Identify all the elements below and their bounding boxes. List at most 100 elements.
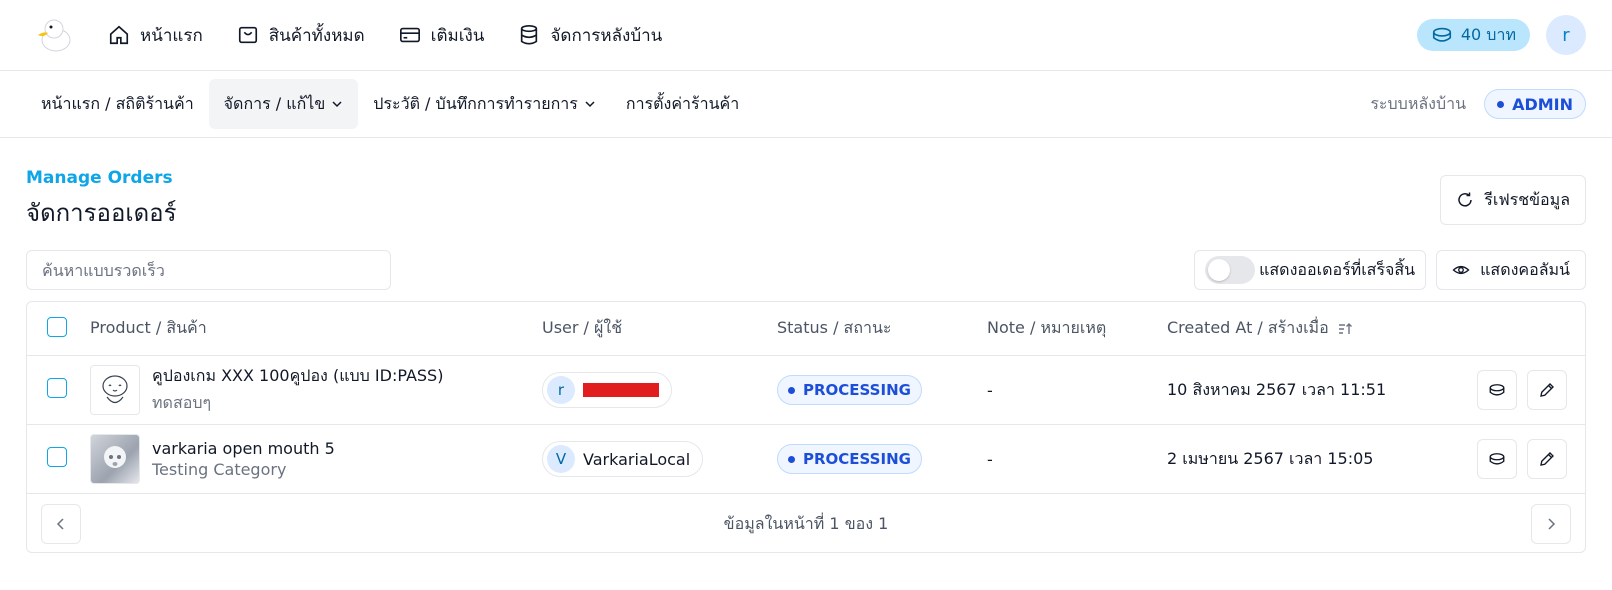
refresh-button-label: รีเฟรชข้อมูล xyxy=(1484,189,1570,209)
balance-badge[interactable]: 40 บาท xyxy=(1416,19,1530,51)
nav-home[interactable]: หน้าแรก xyxy=(108,22,203,49)
product-category: Testing Category xyxy=(152,460,287,479)
chevron-down-icon xyxy=(585,101,595,108)
eye-icon xyxy=(1452,265,1470,275)
table-row[interactable]: varkaria open mouth 5 Testing Category V… xyxy=(27,425,1585,494)
select-all-cell xyxy=(27,316,90,341)
chevron-right-icon xyxy=(1548,518,1556,530)
page-heading: Manage Orders จัดการออเดอร์ xyxy=(26,168,176,232)
user-pill[interactable]: r xyxy=(542,372,672,408)
page-kicker: Manage Orders xyxy=(26,168,173,188)
row-checkbox[interactable] xyxy=(47,378,67,398)
row-actions xyxy=(1477,370,1585,410)
prev-page-button[interactable] xyxy=(41,504,81,544)
refund-button[interactable] xyxy=(1477,370,1517,410)
orders-table: Product / สินค้า User / ผู้ใช้ Status / … xyxy=(26,301,1586,553)
created-cell: 10 สิงหาคม 2567 เวลา 11:51 xyxy=(1167,379,1387,399)
product-category: ทดสอบๆ xyxy=(152,393,212,412)
row-checkbox[interactable] xyxy=(47,447,67,467)
status-badge: PROCESSING xyxy=(777,444,922,474)
refresh-button[interactable]: รีเฟรชข้อมูล xyxy=(1440,175,1586,225)
nav-home-label: หน้าแรก xyxy=(140,25,203,46)
note-cell: - xyxy=(987,449,993,469)
search-input[interactable] xyxy=(26,250,391,290)
role-badge: ADMIN xyxy=(1484,89,1586,119)
page-header: Manage Orders จัดการออเดอร์ รีเฟรชข้อมูล xyxy=(26,138,1586,232)
subbar-right: ระบบหลังบ้าน ADMIN xyxy=(1370,89,1586,119)
chevron-left-icon xyxy=(56,518,64,530)
toggle-switch[interactable] xyxy=(1205,256,1256,284)
coins-icon xyxy=(1432,27,1451,42)
subnav-settings-label: การตั้งค่าร้านค้า xyxy=(625,93,740,113)
header-product[interactable]: Product / สินค้า xyxy=(90,316,542,341)
pencil-icon xyxy=(1540,452,1554,466)
user-cell: r xyxy=(542,372,777,408)
subnav-history-label: ประวัติ / บันทึกการทำรายการ xyxy=(373,93,578,113)
duck-logo-icon[interactable] xyxy=(34,15,74,55)
subnav-settings[interactable]: การตั้งค่าร้านค้า xyxy=(611,79,754,129)
product-thumbnail xyxy=(90,365,140,415)
show-completed-label: แสดงออเดอร์ที่เสร็จสิ้น xyxy=(1259,259,1416,279)
redacted-username xyxy=(583,383,659,397)
subnav-stats[interactable]: หน้าแรก / สถิติร้านค้า xyxy=(26,79,209,129)
chevron-down-icon xyxy=(332,101,342,108)
pencil-icon xyxy=(1540,383,1554,397)
status-cell: PROCESSING xyxy=(777,375,987,405)
header-created[interactable]: Created At / สร้างเมื่อ xyxy=(1167,316,1467,341)
balance-amount: 40 บาท xyxy=(1460,24,1516,44)
page-content: Manage Orders จัดการออเดอร์ รีเฟรชข้อมูล… xyxy=(0,138,1612,553)
show-columns-button[interactable]: แสดงคอลัมน์ xyxy=(1436,250,1586,290)
user-avatar[interactable]: r xyxy=(1546,15,1586,55)
user-avatar-small: r xyxy=(547,376,575,404)
pagination-info: ข้อมูลในหน้าที่ 1 ของ 1 xyxy=(723,513,889,533)
credit-card-icon xyxy=(399,27,420,43)
subnav-stats-label: หน้าแรก / สถิติร้านค้า xyxy=(41,93,194,113)
avatar-letter: r xyxy=(1562,24,1570,46)
toolbar-right: แสดงออเดอร์ที่เสร็จสิ้น แสดงคอลัมน์ xyxy=(1194,250,1586,290)
home-icon xyxy=(109,25,129,45)
status-dot xyxy=(788,455,795,463)
subnav-history[interactable]: ประวัติ / บันทึกการทำรายการ xyxy=(358,79,611,129)
coins-icon xyxy=(1489,384,1505,396)
note-cell: - xyxy=(987,380,993,400)
status-label: PROCESSING xyxy=(803,381,911,399)
mascot-image-icon xyxy=(102,375,128,404)
row-actions xyxy=(1477,439,1585,479)
refresh-icon xyxy=(1458,192,1472,207)
header-created-label: Created At / สร้างเมื่อ xyxy=(1167,318,1329,337)
edit-button[interactable] xyxy=(1527,370,1567,410)
header-status[interactable]: Status / สถานะ xyxy=(777,316,987,341)
table-row[interactable]: คูปองเกม XXX 100คูปอง (แบบ ID:PASS) ทดสอ… xyxy=(27,356,1585,425)
nav-backoffice[interactable]: จัดการหลังบ้าน xyxy=(518,22,662,49)
sort-icon[interactable] xyxy=(1337,321,1353,337)
refund-button[interactable] xyxy=(1477,439,1517,479)
header-note[interactable]: Note / หมายเหตุ xyxy=(987,316,1167,341)
subnav-manage[interactable]: จัดการ / แก้ไข xyxy=(208,79,359,129)
header-user[interactable]: User / ผู้ใช้ xyxy=(542,316,777,341)
select-all-checkbox[interactable] xyxy=(47,316,67,337)
row-select-cell xyxy=(27,447,90,471)
user-cell: V VarkariaLocal xyxy=(542,441,777,477)
user-pill[interactable]: V VarkariaLocal xyxy=(542,441,704,477)
status-dot xyxy=(1497,100,1505,108)
product-name: varkaria open mouth 5 xyxy=(152,439,335,458)
row-select-cell xyxy=(27,378,90,402)
next-page-button[interactable] xyxy=(1530,504,1571,544)
edit-button[interactable] xyxy=(1527,439,1567,479)
status-cell: PROCESSING xyxy=(777,444,987,474)
status-label: PROCESSING xyxy=(803,450,911,468)
nav-topup[interactable]: เติมเงิน xyxy=(399,22,485,49)
show-completed-toggle[interactable]: แสดงออเดอร์ที่เสร็จสิ้น xyxy=(1194,250,1427,290)
sub-navbar: หน้าแรก / สถิติร้านค้า จัดการ / แก้ไข ปร… xyxy=(0,71,1612,138)
status-dot xyxy=(788,386,795,394)
user-avatar-small: V xyxy=(547,445,575,473)
nav-all-products-label: สินค้าทั้งหมด xyxy=(268,25,365,46)
database-icon xyxy=(521,25,538,45)
product-info: คูปองเกม XXX 100คูปอง (แบบ ID:PASS) ทดสอ… xyxy=(152,364,443,416)
nav-all-products[interactable]: สินค้าทั้งหมด xyxy=(237,22,365,49)
table-toolbar: แสดงออเดอร์ที่เสร็จสิ้น แสดงคอลัมน์ xyxy=(26,250,1586,290)
nav-topup-label: เติมเงิน xyxy=(430,25,485,46)
topbar-right: 40 บาท r xyxy=(1416,15,1586,55)
pagination: ข้อมูลในหน้าที่ 1 ของ 1 xyxy=(27,494,1585,554)
shop-icon xyxy=(238,26,257,44)
